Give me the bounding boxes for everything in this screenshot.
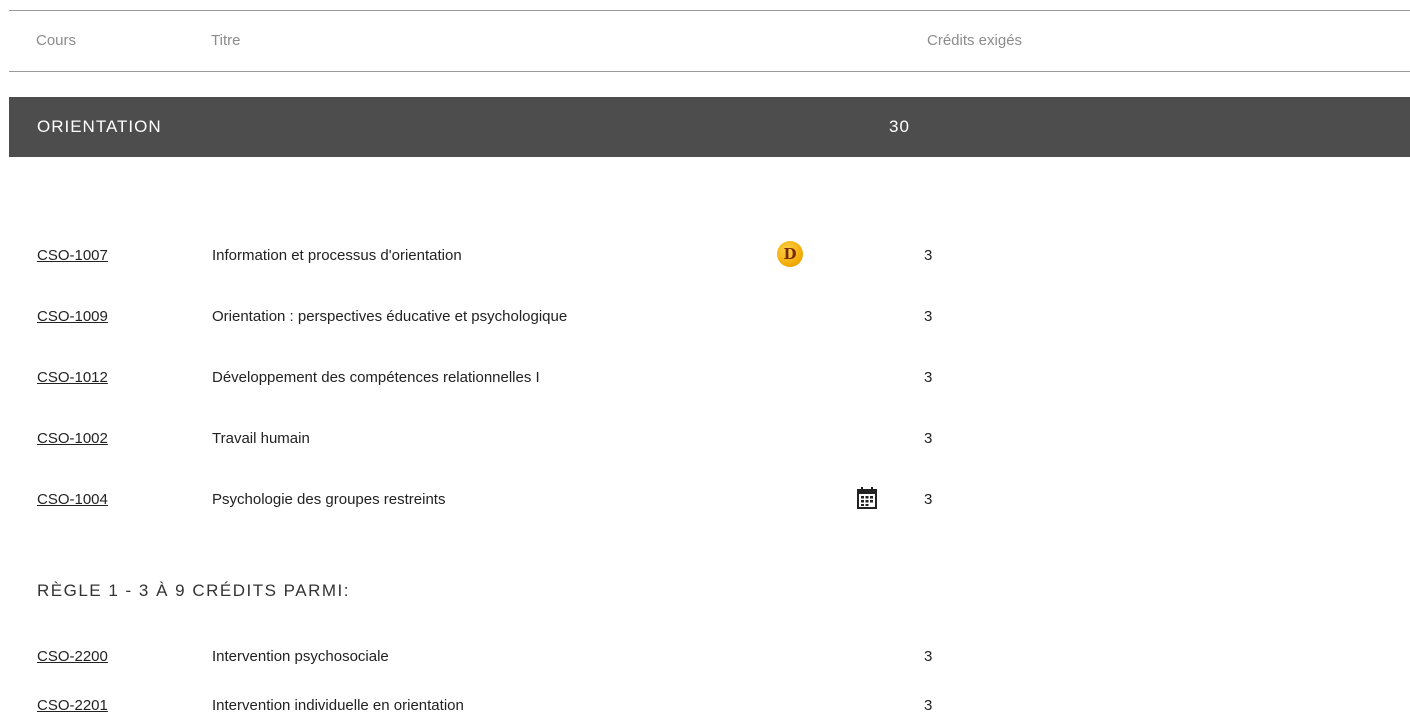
course-row: CSO-1012 Développement des compétences r… [0, 363, 1410, 393]
section-header: ORIENTATION 30 [9, 97, 1410, 157]
rule-heading: RÈGLE 1 - 3 À 9 CRÉDITS PARMI: [37, 581, 350, 600]
table-header: Cours Titre Crédits exigés [9, 10, 1410, 72]
course-credits: 3 [924, 369, 933, 386]
course-row: CSO-1004 Psychologie des groupes restrei… [0, 485, 1410, 515]
d-badge-icon[interactable]: D [777, 241, 803, 267]
course-code-link[interactable]: CSO-1004 [37, 491, 108, 508]
course-code-link[interactable]: CSO-1012 [37, 369, 108, 386]
course-code-link[interactable]: CSO-1007 [37, 247, 108, 264]
course-title: Psychologie des groupes restreints [212, 491, 446, 508]
course-title: Information et processus d'orientation [212, 247, 462, 264]
course-row: CSO-1009 Orientation : perspectives éduc… [0, 302, 1410, 332]
course-row: CSO-1002 Travail humain 3 [0, 424, 1410, 454]
course-title: Intervention psychosociale [212, 648, 389, 665]
course-credits: 3 [924, 697, 933, 713]
section-credits: 30 [889, 117, 910, 136]
course-credits: 3 [924, 648, 933, 665]
header-credits: Crédits exigés [927, 32, 1023, 49]
course-row: CSO-1007 Information et processus d'orie… [0, 241, 1410, 271]
course-row: CSO-2201 Intervention individuelle en or… [0, 691, 1410, 713]
course-title: Orientation : perspectives éducative et … [212, 308, 568, 325]
header-titre: Titre [211, 32, 241, 49]
course-row: CSO-2200 Intervention psychosociale 3 [0, 642, 1410, 672]
course-credits: 3 [924, 491, 933, 508]
course-code-link[interactable]: CSO-1002 [37, 430, 108, 447]
course-credits: 3 [924, 308, 933, 325]
calendar-icon[interactable] [857, 487, 877, 509]
course-code-link[interactable]: CSO-2200 [37, 648, 108, 665]
header-cours: Cours [36, 32, 77, 49]
course-title: Développement des compétences relationne… [212, 369, 540, 386]
course-title: Travail humain [212, 430, 310, 447]
course-credits: 3 [924, 247, 933, 264]
course-title: Intervention individuelle en orientation [212, 697, 464, 713]
section-title: ORIENTATION [37, 117, 162, 136]
course-code-link[interactable]: CSO-2201 [37, 697, 108, 713]
course-credits: 3 [924, 430, 933, 447]
course-code-link[interactable]: CSO-1009 [37, 308, 108, 325]
